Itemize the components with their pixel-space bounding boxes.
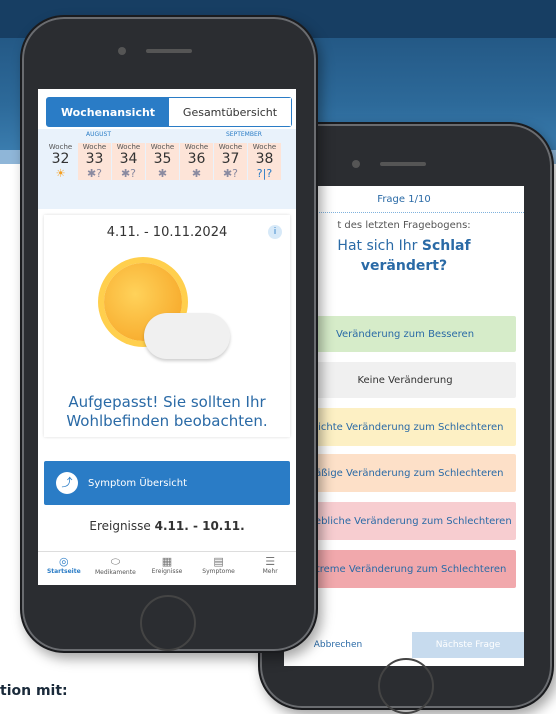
weather-icon: ✱	[191, 167, 202, 180]
question-text-1: Hat sich Ihr	[337, 238, 422, 254]
tab-label: Symptome	[202, 568, 235, 575]
tab-overall-view[interactable]: Gesamtübersicht	[169, 98, 291, 126]
week-item[interactable]: Woche 37 ✱?	[214, 143, 247, 180]
week-number: 34	[119, 151, 138, 167]
dashboard-screen: Wochenansicht Gesamtübersicht AUGUST SEP…	[38, 89, 296, 585]
tab-events[interactable]: ▦ Ereignisse	[141, 552, 193, 585]
tab-label: Startseite	[46, 568, 81, 575]
tab-label: Mehr	[262, 568, 278, 575]
question-title: Hat sich Ihr Schlaf verändert?	[284, 236, 524, 276]
question-text-2: verändert?	[360, 258, 448, 274]
answer-option[interactable]: Leichte Veränderung zum Schlechteren	[294, 408, 516, 446]
wellbeing-message: Aufgepasst! Sie sollten Ihr Wohlbefinden…	[66, 393, 268, 430]
footer-caption: tion mit:	[0, 683, 68, 699]
view-toggle: Wochenansicht Gesamtübersicht	[46, 97, 292, 127]
phone-dashboard: Wochenansicht Gesamtübersicht AUGUST SEP…	[20, 15, 318, 653]
speaker-slot	[380, 162, 426, 166]
next-question-button[interactable]: Nächste Frage	[412, 632, 524, 658]
tab-weekly-view[interactable]: Wochenansicht	[47, 98, 169, 126]
tab-label: Ereignisse	[151, 568, 183, 575]
week-item[interactable]: Woche 35 ✱	[146, 143, 179, 180]
weather-icon: ✱	[157, 167, 168, 180]
week-label: Woche	[82, 143, 107, 151]
wave-divider	[284, 208, 524, 213]
events-heading: Ereignisse 4.11. - 10.11.	[38, 519, 296, 533]
weather-icon: ✱?	[222, 167, 239, 180]
week-number: 35	[153, 151, 172, 167]
month-august: AUGUST	[86, 131, 112, 138]
week-label: Woche	[48, 143, 73, 151]
camera-dot	[352, 160, 360, 168]
week-number: 36	[187, 151, 206, 167]
answer-option[interactable]: Veränderung zum Besseren	[294, 316, 516, 352]
week-label: Woche	[252, 143, 277, 151]
week-item[interactable]: Woche 33 ✱?	[78, 143, 111, 180]
week-item[interactable]: Woche 32 ☀	[44, 143, 77, 180]
tab-symptoms[interactable]: ▤ Symptome	[193, 552, 245, 585]
weather-icon: ✱?	[120, 167, 137, 180]
weather-icon: ?|?	[256, 167, 273, 180]
question-prefix: t des letzten Fragebogens:	[337, 220, 471, 231]
week-label: Woche	[150, 143, 175, 151]
answer-option[interactable]: Extreme Veränderung zum Schlechteren	[294, 550, 516, 588]
weather-icon: ✱?	[86, 167, 103, 180]
answer-option[interactable]: Erhebliche Veränderung zum Schlechteren	[294, 502, 516, 540]
cloud-icon	[144, 313, 230, 359]
events-range: 4.11. - 10.11.	[154, 519, 245, 533]
weather-icon: ☀	[55, 167, 66, 180]
speaker-slot	[146, 49, 192, 53]
week-label: Woche	[218, 143, 243, 151]
month-september: SEPTEMBER	[226, 131, 262, 138]
home-icon: ◎	[58, 555, 69, 568]
week-item[interactable]: Woche 34 ✱?	[112, 143, 145, 180]
camera-dot	[118, 47, 126, 55]
info-icon[interactable]: i	[268, 225, 282, 239]
week-number: 32	[51, 151, 70, 167]
question-counter: Frage 1/10	[377, 194, 431, 205]
questionnaire-screen: Frage 1/10 t des letzten Fragebogens: Ha…	[284, 186, 524, 666]
answer-option[interactable]: Keine Veränderung	[294, 362, 516, 398]
bottom-tab-bar: ◎ Startseite ⬭ Medikamente ▦ Ereignisse ▤ Sy…	[38, 551, 296, 585]
week-number: 38	[255, 151, 274, 167]
tab-home[interactable]: ◎ Startseite	[38, 552, 90, 585]
pill-icon: ⬭	[110, 555, 121, 568]
week-strip: AUGUST SEPTEMBER Woche 32 ☀ Woche 33 ✱? …	[38, 129, 296, 209]
events-prefix: Ereignisse	[89, 519, 151, 533]
symptom-button-label: Symptom Übersicht	[88, 477, 187, 489]
home-button[interactable]	[378, 658, 434, 714]
home-button[interactable]	[140, 595, 196, 651]
forecast-card: 4.11. - 10.11.2024 i Aufgepasst! Sie sol…	[44, 215, 290, 437]
tab-label: Medikamente	[95, 569, 136, 576]
question-text-bold: Schlaf	[421, 238, 471, 254]
tab-medications[interactable]: ⬭ Medikamente	[90, 552, 142, 585]
month-labels: AUGUST SEPTEMBER	[46, 131, 290, 141]
week-label: Woche	[184, 143, 209, 151]
week-label: Woche	[116, 143, 141, 151]
menu-icon: ☰	[265, 555, 276, 568]
week-item[interactable]: Woche 38 ?|?	[248, 143, 281, 180]
date-range: 4.11. - 10.11.2024	[106, 225, 228, 240]
symptom-icon: ▤	[213, 555, 224, 568]
answer-option[interactable]: Mäßige Veränderung zum Schlechteren	[294, 454, 516, 492]
week-number: 37	[221, 151, 240, 167]
tab-more[interactable]: ☰ Mehr	[244, 552, 296, 585]
calendar-icon: ▦	[161, 555, 173, 568]
symptom-overview-button[interactable]: ⤴ Symptom Übersicht	[44, 461, 290, 505]
week-item[interactable]: Woche 36 ✱	[180, 143, 213, 180]
week-number: 33	[85, 151, 104, 167]
chart-icon: ⤴	[56, 472, 78, 494]
